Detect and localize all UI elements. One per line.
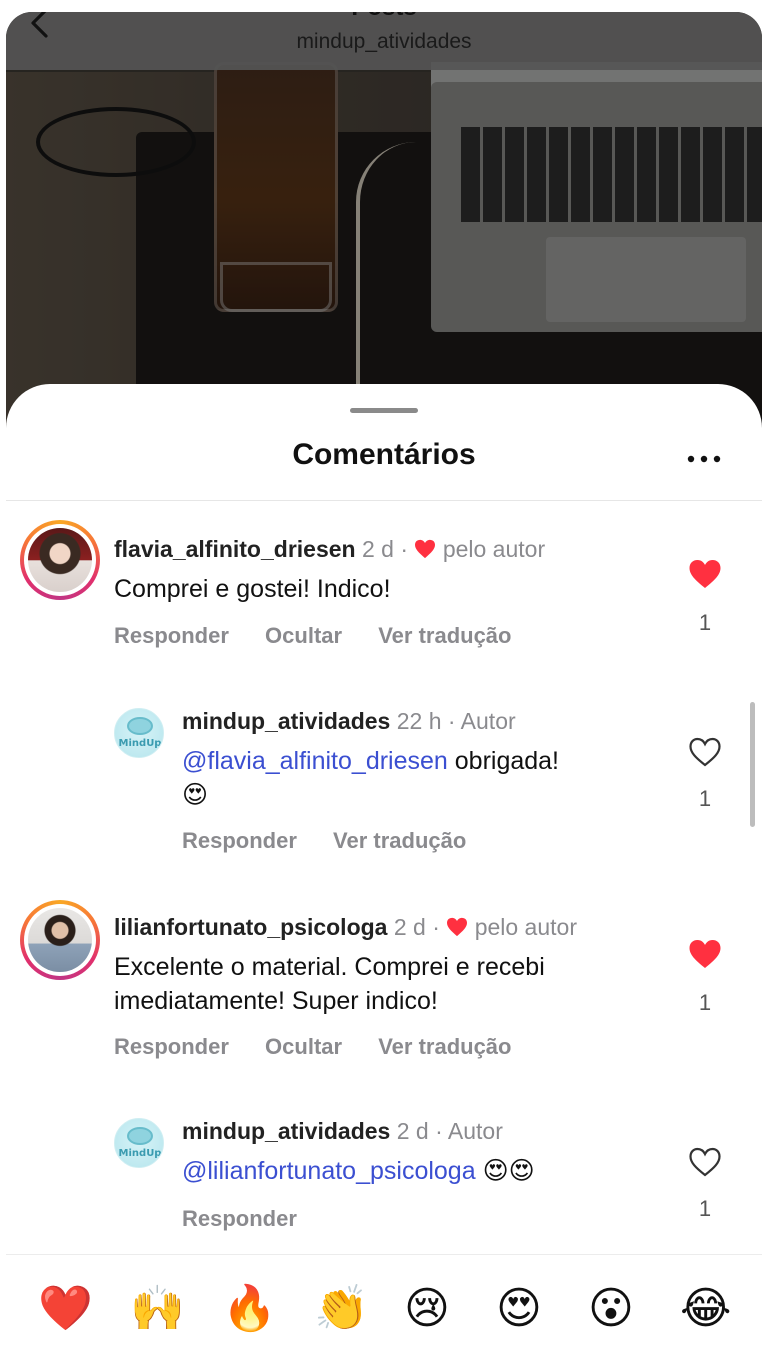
reply-button[interactable]: Responder [182,828,297,853]
comment-actions: Responder [182,1206,327,1232]
top-bar: Posts mindup_atividades [6,12,762,70]
comment-actions: Responder Ocultar Ver tradução [114,1034,541,1060]
like-count: 1 [698,610,712,635]
comment-meta: lilianfortunato_psicologa 2 d · pelo aut… [114,914,577,940]
emoji: 😍😍 [482,1156,535,1185]
comment-meta: mindup_atividades 22 h · Autor [182,708,516,734]
mention-link[interactable]: @lilianfortunato_psicologa [182,1157,476,1185]
divider [6,500,762,501]
comment-text: Excelente o material. Comprei e recebi i… [114,953,545,1015]
reply-button[interactable]: Responder [114,1034,229,1059]
author-badge: pelo autor [474,914,577,940]
comment-actions: Responder Ocultar Ver tradução [114,623,541,649]
comment-actions: Responder Ver tradução [182,828,496,854]
translate-button[interactable]: Ver tradução [378,623,511,648]
hide-button[interactable]: Ocultar [265,1034,342,1059]
sheet-title: Comentários [292,438,476,471]
comment-time: 2 d [396,1118,429,1144]
comment-time: 2 d [361,536,394,562]
author-badge: Autor [460,708,516,734]
reply-button[interactable]: Responder [182,1206,297,1231]
translate-button[interactable]: Ver tradução [378,1034,511,1059]
reaction-surprised[interactable]: 😮 [588,1285,634,1333]
hide-button[interactable]: Ocultar [265,623,342,648]
comment-meta: flavia_alfinito_driesen 2 d · pelo autor [114,536,546,562]
more-options-icon[interactable] [686,454,722,464]
reaction-heart-eyes[interactable]: 😍 [496,1285,542,1333]
sheet-grabber[interactable] [350,408,418,413]
heart-icon [447,917,468,937]
comment-text: @flavia_alfinito_driesen obrigada! 😍 [182,747,560,809]
reply-button[interactable]: Responder [114,623,229,648]
reaction-raised-hands[interactable]: 🙌 [130,1285,185,1333]
reaction-laughing[interactable]: 😂 [680,1285,731,1333]
post-photo [6,12,762,442]
reaction-heart[interactable]: ❤️ [38,1285,93,1333]
comment-time: 22 h [396,708,442,734]
quick-reactions-bar: ❤️ 🙌 🔥 👏 😢 😍 😮 😂 [6,1254,762,1357]
heart-filled-icon[interactable] [688,558,722,590]
comments-sheet: Comentários flavia_alfinito_driesen 2 d … [6,384,762,1357]
comment-username[interactable]: mindup_atividades [182,1118,390,1144]
brain-logo-icon [127,717,153,735]
reaction-clap[interactable]: 👏 [314,1285,369,1333]
brain-logo-icon [127,1127,153,1145]
avatar[interactable]: MindUp [114,708,164,758]
comment-username[interactable]: lilianfortunato_psicologa [114,914,387,940]
like-count: 1 [698,1196,712,1221]
author-badge: pelo autor [442,536,546,562]
comment-username[interactable]: flavia_alfinito_driesen [114,536,356,562]
heart-icon [415,539,436,559]
page-title: Posts [6,12,762,22]
heart-outline-icon[interactable] [688,1146,722,1178]
avatar[interactable] [20,520,100,600]
reaction-crying[interactable]: 😢 [404,1285,450,1333]
avatar[interactable] [20,900,100,980]
reaction-fire[interactable]: 🔥 [222,1285,277,1333]
translate-button[interactable]: Ver tradução [333,828,466,853]
comment-text: Comprei e gostei! Indico! [114,575,391,603]
app-frame: Posts mindup_atividades Comentários flav… [6,12,762,1357]
avatar[interactable]: MindUp [114,1118,164,1168]
like-count: 1 [698,786,712,811]
mention-link[interactable]: @flavia_alfinito_driesen [182,747,448,775]
heart-filled-icon[interactable] [688,938,722,970]
comment-meta: mindup_atividades 2 d · Autor [182,1118,503,1144]
page-subtitle: mindup_atividades [296,30,472,53]
heart-outline-icon[interactable] [688,736,722,768]
author-badge: Autor [447,1118,503,1144]
like-count: 1 [698,990,712,1015]
comment-username[interactable]: mindup_atividades [182,708,390,734]
emoji: 😍 [182,780,209,809]
comment-time: 2 d [393,914,426,940]
scrollbar[interactable] [750,702,755,827]
comment-text: @lilianfortunato_psicologa 😍😍 [182,1154,652,1188]
